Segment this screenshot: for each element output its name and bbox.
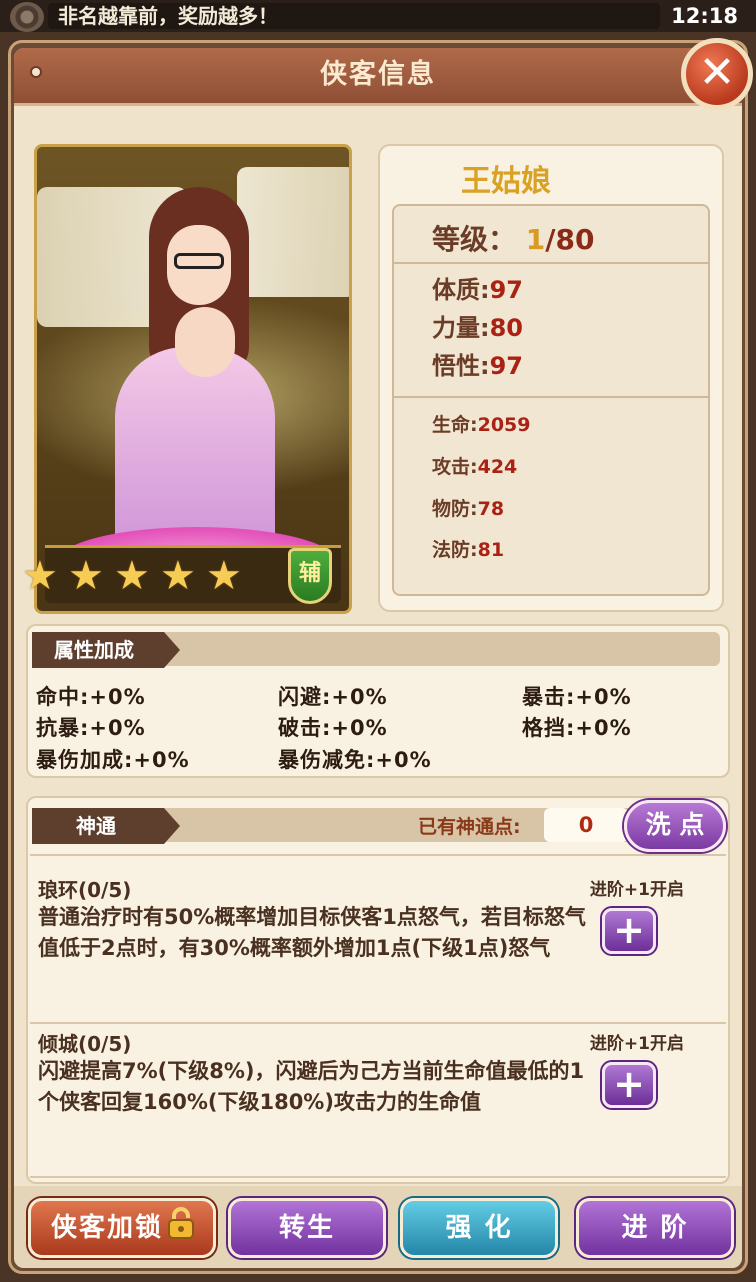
- level-max: 80: [555, 223, 595, 256]
- divine-points-value: 0: [544, 808, 628, 842]
- skill-upgrade-button[interactable]: +: [602, 908, 656, 954]
- attr-hit: 命中:+0%: [36, 685, 146, 709]
- stat-label: 悟性:: [432, 352, 490, 380]
- attr-crit-dmg-reduce: 暴伤减免:+0%: [278, 748, 432, 772]
- level-current: 1: [525, 223, 546, 256]
- skill-description: 闪避提高7%(下级8%)，闪避后为己方当前生命值最低的1个侠客回复160%(下级…: [38, 1059, 585, 1114]
- level-label: 等级：: [432, 223, 517, 256]
- hero-portrait[interactable]: [34, 144, 352, 614]
- stat-magic-defense: 法防:81: [432, 535, 504, 562]
- scroll-decoration-right: [237, 167, 349, 297]
- skill-divider: [30, 1022, 726, 1024]
- page-title: 侠客信息: [320, 59, 436, 90]
- stat-label: 攻击:: [432, 456, 478, 478]
- star-rating: ★ ★ ★ ★ ★: [22, 556, 248, 596]
- attr-dodge: 闪避:+0%: [278, 685, 388, 709]
- hero-level: 等级： 1/80: [432, 218, 594, 258]
- stat-label: 生命:: [432, 414, 478, 436]
- skill-unlock-condition: 进阶+1开启: [589, 880, 684, 900]
- speaker-icon: [10, 2, 44, 32]
- advance-button[interactable]: 进 阶: [576, 1198, 734, 1258]
- divine-section-title: 神通: [32, 808, 180, 844]
- hero-name: 王姑娘: [461, 164, 551, 199]
- stat-physical-defense: 物防:78: [432, 494, 504, 521]
- stat-value: 2059: [477, 414, 531, 436]
- skill-upgrade-button[interactable]: +: [602, 1062, 656, 1108]
- attr-crit: 暴击:+0%: [522, 685, 632, 709]
- stat-divider: [392, 396, 710, 398]
- star-icon: ★: [206, 553, 242, 599]
- skill-unlock-condition: 进阶+1开启: [589, 1034, 684, 1054]
- skill-divider: [30, 854, 726, 856]
- role-badge: 辅: [288, 548, 332, 604]
- stat-value: 80: [489, 314, 524, 342]
- skill-title: 倾城(0/5): [38, 1032, 132, 1056]
- stat-value: 81: [477, 539, 505, 561]
- stat-divider: [392, 262, 710, 264]
- stat-label: 物防:: [432, 498, 478, 520]
- close-button[interactable]: ✕: [681, 38, 753, 110]
- glasses-icon: [174, 253, 224, 269]
- stat-strength: 力量:80: [432, 308, 523, 343]
- star-icon: ★: [68, 553, 104, 599]
- stat-hp: 生命:2059: [432, 410, 531, 437]
- star-icon: ★: [114, 553, 150, 599]
- star-icon: ★: [22, 553, 58, 599]
- reset-points-button[interactable]: 洗 点: [624, 800, 726, 852]
- stat-value: 97: [489, 276, 524, 304]
- attr-block: 格挡:+0%: [522, 716, 632, 740]
- stat-value: 97: [489, 352, 524, 380]
- padlock-icon: [168, 1207, 194, 1239]
- stat-value: 78: [477, 498, 505, 520]
- star-icon: ★: [160, 553, 196, 599]
- stat-attack: 攻击:424: [432, 452, 517, 479]
- stat-label: 法防:: [432, 539, 478, 561]
- attribute-section-title: 属性加成: [32, 632, 180, 668]
- announcement-ticker: 非名越靠前，奖励越多！: [48, 3, 660, 29]
- stat-constitution: 体质:97: [432, 270, 523, 305]
- divine-points-label: 已有神通点:: [418, 816, 521, 838]
- skill-title: 琅环(0/5): [38, 878, 132, 902]
- rebirth-button[interactable]: 转生: [228, 1198, 386, 1258]
- attr-crit-dmg-bonus: 暴伤加成:+0%: [36, 748, 190, 772]
- skill-description: 普通治疗时有50%概率增加目标侠客1点怒气，若目标怒气值低于2点时，有30%概率…: [38, 905, 586, 960]
- hero-body: [175, 307, 235, 377]
- stat-label: 体质:: [432, 276, 490, 304]
- attr-break: 破击:+0%: [278, 716, 388, 740]
- skill-divider: [30, 1176, 726, 1178]
- stat-value: 424: [477, 456, 518, 478]
- attr-crit-resist: 抗暴:+0%: [36, 716, 146, 740]
- level-separator: /: [545, 223, 556, 256]
- clock: 12:18: [671, 4, 738, 28]
- enhance-button[interactable]: 强 化: [400, 1198, 558, 1258]
- stat-label: 力量:: [432, 314, 490, 342]
- stat-insight: 悟性:97: [432, 346, 523, 381]
